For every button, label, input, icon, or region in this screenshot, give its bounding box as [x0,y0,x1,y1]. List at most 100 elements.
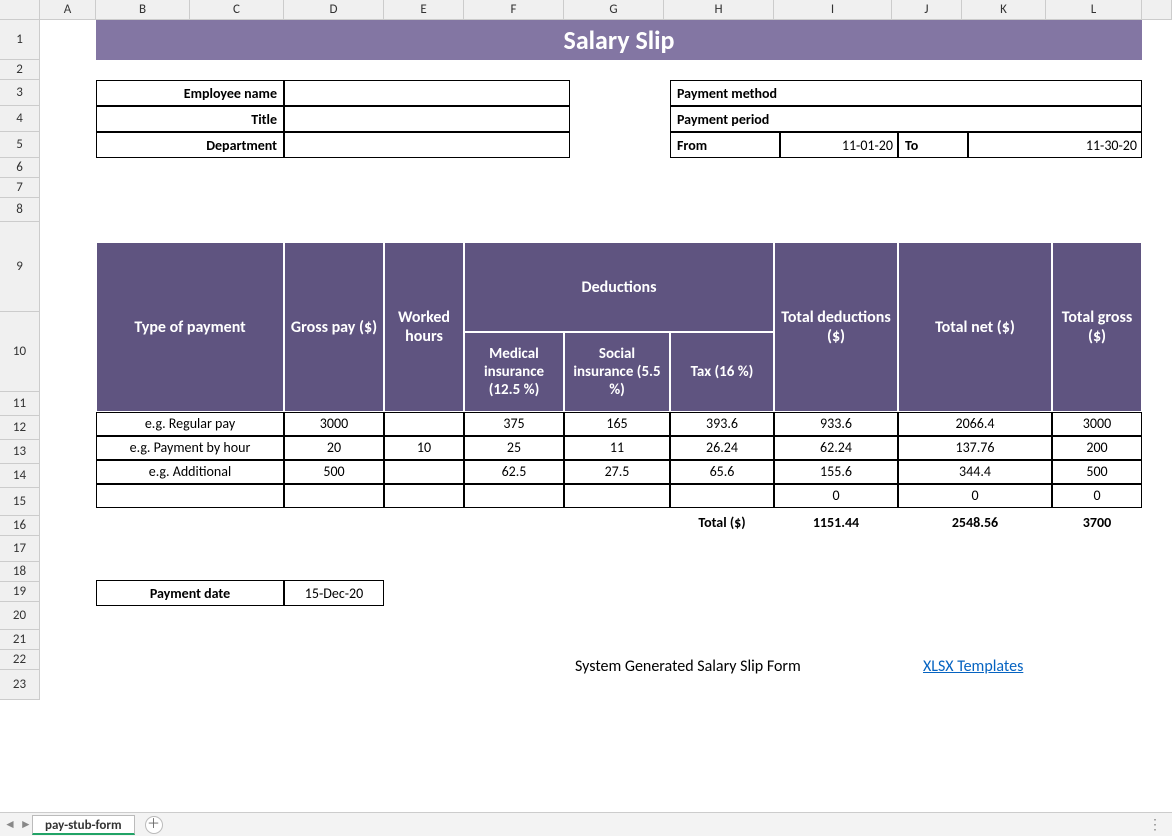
column-header[interactable]: B [96,0,190,20]
row-header[interactable]: 10 [0,312,40,392]
select-all-corner[interactable] [0,0,40,20]
row-header[interactable]: 23 [0,670,40,700]
table-cell[interactable]: 10 [384,436,464,460]
payment-period-row: Payment period [670,106,1142,132]
table-cell[interactable] [464,484,564,508]
table-cell[interactable]: 25 [464,436,564,460]
payment-date-value[interactable]: 15-Dec-20 [284,580,384,606]
table-cell[interactable]: 0 [1052,484,1142,508]
th-tax: Tax (16 %) [670,332,774,412]
row-header[interactable]: 6 [0,158,40,178]
row-header[interactable]: 9 [0,222,40,312]
table-cell[interactable]: 3000 [284,412,384,436]
employee-name-label: Employee name [96,80,284,106]
table-cell[interactable]: 200 [1052,436,1142,460]
column-header[interactable]: F [464,0,564,20]
table-cell[interactable]: 0 [898,484,1052,508]
table-cell[interactable]: 11 [564,436,670,460]
table-cell[interactable]: 26.24 [670,436,774,460]
column-header[interactable]: K [962,0,1046,20]
column-header[interactable]: G [564,0,664,20]
column-header[interactable]: I [774,0,892,20]
table-cell[interactable]: 155.6 [774,460,898,484]
payment-method-label: Payment method [677,85,777,102]
table-cell[interactable] [384,460,464,484]
row-header[interactable]: 8 [0,198,40,222]
from-value[interactable]: 11-01-20 [780,132,898,158]
row-header[interactable]: 2 [0,60,40,80]
table-cell[interactable] [564,484,670,508]
table-cell[interactable]: 0 [774,484,898,508]
th-net: Total net ($) [898,242,1052,412]
table-cell[interactable]: 500 [1052,460,1142,484]
footer-link[interactable]: XLSX Templates [918,652,1098,680]
table-cell[interactable] [384,412,464,436]
row-header[interactable]: 12 [0,416,40,440]
row-header[interactable]: 1 [0,20,40,60]
table-cell[interactable]: 344.4 [898,460,1052,484]
row-header[interactable]: 21 [0,630,40,650]
column-header[interactable]: D [284,0,384,20]
row-header[interactable]: 4 [0,106,40,132]
table-cell[interactable]: e.g. Additional [96,460,284,484]
table-cell[interactable]: 393.6 [670,412,774,436]
column-header[interactable]: C [190,0,284,20]
table-cell[interactable]: 375 [464,412,564,436]
tab-scroll-left-icon[interactable]: ◄ [4,817,16,832]
row-header[interactable]: 7 [0,178,40,198]
table-cell[interactable]: 27.5 [564,460,670,484]
row-header[interactable]: 11 [0,392,40,416]
th-gross: Gross pay ($) [284,242,384,412]
tab-scroll-right-icon[interactable]: ► [20,817,32,832]
table-cell[interactable]: 2066.4 [898,412,1052,436]
row-header[interactable]: 14 [0,464,40,488]
row-header[interactable]: 17 [0,536,40,562]
row-header[interactable]: 5 [0,132,40,158]
th-totaldeductions: Total deductions ($) [774,242,898,412]
table-cell[interactable] [670,484,774,508]
column-header[interactable]: A [40,0,96,20]
to-value[interactable]: 11-30-20 [968,132,1142,158]
totals-net: 2548.56 [898,508,1052,536]
th-medical: Medical insurance (12.5 %) [464,332,564,412]
table-cell[interactable]: 500 [284,460,384,484]
table-cell[interactable] [384,484,464,508]
grid[interactable]: Salary Slip Employee name Title Departme… [40,20,1172,806]
employee-title-label: Title [96,106,284,132]
table-cell[interactable]: 165 [564,412,670,436]
row-header[interactable]: 20 [0,602,40,630]
column-header[interactable]: L [1046,0,1142,20]
table-cell[interactable]: e.g. Regular pay [96,412,284,436]
table-cell[interactable]: 65.6 [670,460,774,484]
table-cell[interactable] [96,484,284,508]
column-header[interactable]: H [664,0,774,20]
row-header[interactable]: 13 [0,440,40,464]
from-label: From [670,132,780,158]
row-header[interactable]: 19 [0,582,40,602]
tab-options-icon[interactable]: ⋮ [1148,816,1164,833]
row-header[interactable]: 18 [0,562,40,582]
table-cell[interactable]: 62.24 [774,436,898,460]
column-header[interactable]: E [384,0,464,20]
employee-name-field[interactable] [284,80,570,106]
row-header[interactable]: 22 [0,650,40,670]
row-header[interactable]: 15 [0,488,40,516]
table-cell[interactable]: 933.6 [774,412,898,436]
row-headers: 1234567891011121314151617181920212223 [0,20,40,700]
add-sheet-button[interactable]: ＋ [145,816,163,834]
row-header[interactable]: 16 [0,516,40,536]
employee-department-field[interactable] [284,132,570,158]
row-header[interactable]: 3 [0,80,40,106]
table-cell[interactable]: 20 [284,436,384,460]
table-cell[interactable]: e.g. Payment by hour [96,436,284,460]
payment-method-row: Payment method [670,80,1142,106]
table-cell[interactable]: 137.76 [898,436,1052,460]
th-social: Social insurance (5.5 %) [564,332,670,412]
employee-title-field[interactable] [284,106,570,132]
sheet-tab[interactable]: pay-stub-form [32,815,135,835]
table-cell[interactable] [284,484,384,508]
table-cell[interactable]: 62.5 [464,460,564,484]
table-cell[interactable]: 3000 [1052,412,1142,436]
column-header[interactable]: J [892,0,962,20]
th-deductions: Deductions [464,242,774,332]
